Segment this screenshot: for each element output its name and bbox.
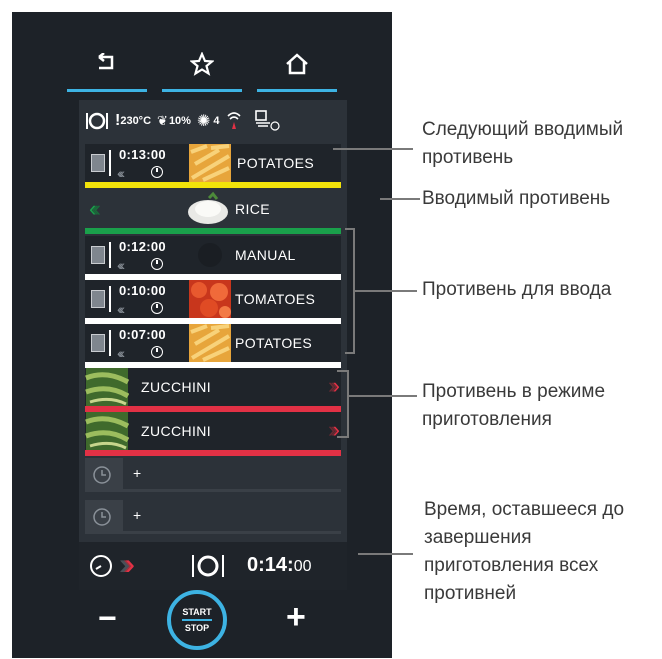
empty-slot-2[interactable]: + — [85, 500, 341, 534]
wifi-icon — [226, 112, 241, 129]
tray-row-5[interactable]: 0:07:00 ‹‹‹ POTATOES — [85, 324, 341, 368]
humidity-icon: ❦ — [157, 113, 168, 128]
manual-placeholder-icon — [198, 243, 222, 267]
tray-screen: ! 230°C ❦ 10% ✺ 4 0:13:00 ‹‹‹ POTATOES ‹… — [79, 100, 347, 590]
tray-time: 0:10:00 — [119, 283, 166, 298]
callout-loading: Вводимый противень — [422, 188, 611, 209]
add-tray-icon — [85, 500, 123, 534]
callout-line-next — [333, 148, 413, 150]
clock-icon — [151, 258, 163, 270]
add-label: + — [133, 507, 142, 523]
arrows-icon: ‹‹‹ — [117, 165, 125, 181]
rice-photo — [187, 190, 229, 228]
fan-icon: ✺ — [196, 113, 211, 130]
tray-time: 0:13:00 — [119, 147, 166, 162]
tomatoes-photo — [189, 280, 231, 318]
callout-line-remaining — [358, 553, 413, 555]
cooking-arrows-icon: ››› — [328, 417, 341, 442]
tray-name: ZUCCHINI — [141, 423, 212, 439]
tray-row-4[interactable]: 0:10:00 ‹‹‹ TOMATOES — [85, 280, 341, 324]
tray-name: TOMATOES — [235, 291, 316, 307]
undo-arrow-icon — [98, 53, 114, 70]
arrows-icon: ‹‹‹ — [117, 301, 125, 317]
zucchini-photo — [85, 412, 129, 450]
start-label: START — [182, 607, 212, 617]
total-remaining-time: 0:14:00 — [247, 554, 312, 576]
clock-icon — [90, 555, 112, 577]
clock-icon — [151, 166, 163, 178]
tray-divider — [109, 242, 111, 268]
loading-arrows-icon: ‹‹‹ — [89, 196, 101, 221]
tray-name: POTATOES — [237, 155, 315, 171]
cooking-arrows-icon: ››› — [328, 373, 341, 398]
tray-row-2[interactable]: ‹‹‹ RICE — [85, 190, 341, 234]
clock-icon — [151, 302, 163, 314]
tray-icon — [91, 154, 105, 172]
star-icon — [190, 52, 214, 76]
humidity-value: 10% — [168, 115, 191, 127]
total-time-bar: ›››› 0:14:00 — [79, 542, 347, 590]
tray-ring-icon — [192, 555, 224, 577]
slot-line — [123, 531, 341, 534]
tray-row-7[interactable]: ZUCCHINI ››› — [85, 412, 341, 456]
tray-time: 0:12:00 — [119, 239, 166, 254]
home-icon — [286, 53, 308, 75]
stop-label: STOP — [184, 623, 210, 633]
tray-icon — [91, 334, 105, 352]
callout-to-load: Противень для ввода — [422, 279, 612, 300]
home-underline — [257, 89, 337, 92]
potatoes-photo — [189, 324, 231, 362]
bracket-cooking-bottom — [337, 436, 349, 438]
callout-cooking: Противень в режиме приготовления — [422, 381, 606, 430]
temperature-value: 230°C — [120, 115, 152, 127]
favorites-button[interactable] — [162, 42, 242, 94]
oven-control-panel: ! 230°C ❦ 10% ✺ 4 0:13:00 ‹‹‹ POTATOES ‹… — [12, 12, 392, 658]
tray-status-stripe — [85, 228, 341, 234]
status-bar: ! 230°C ❦ 10% ✺ 4 — [79, 100, 347, 142]
arrows-icon: ‹‹‹ — [117, 345, 125, 361]
tray-status-stripe — [85, 182, 341, 188]
callout-remaining: Время, оставшееся до завершения приготов… — [424, 499, 625, 604]
cleaning-icon — [254, 110, 280, 131]
tray-divider — [109, 286, 111, 312]
slot-line — [123, 489, 341, 492]
fan-speed-value: 4 — [213, 115, 220, 127]
tray-row-6[interactable]: ZUCCHINI ››› — [85, 368, 341, 412]
add-label: + — [133, 465, 142, 481]
tray-time: 0:07:00 — [119, 327, 166, 342]
tray-ring-icon — [86, 112, 108, 130]
minus-button[interactable]: − — [98, 600, 117, 637]
empty-slot-1[interactable]: + — [85, 458, 341, 492]
tray-name: POTATOES — [235, 335, 313, 351]
plus-button[interactable]: + — [286, 598, 306, 637]
tray-name: RICE — [235, 201, 271, 217]
tray-row-3[interactable]: 0:12:00 ‹‹‹ MANUAL — [85, 236, 341, 280]
tray-row-1[interactable]: 0:13:00 ‹‹‹ POTATOES — [85, 144, 341, 188]
bracket-cooking-side — [347, 370, 349, 438]
back-button[interactable] — [67, 42, 147, 94]
zucchini-photo — [85, 368, 129, 406]
back-underline — [67, 89, 147, 92]
tray-divider — [109, 150, 111, 176]
favorites-underline — [162, 89, 242, 92]
add-tray-icon — [85, 458, 123, 492]
progress-arrows-icon: ›››› — [119, 548, 135, 581]
tray-icon — [91, 246, 105, 264]
callout-line-cooking — [349, 395, 417, 397]
bracket-to-load-bottom — [345, 352, 355, 354]
arrows-icon: ‹‹‹ — [117, 257, 125, 273]
tray-name: ZUCCHINI — [141, 379, 212, 395]
clock-icon — [151, 346, 163, 358]
start-stop-button[interactable]: START STOP — [167, 590, 227, 650]
callout-line-loading — [380, 198, 420, 200]
start-stop-divider — [182, 619, 212, 621]
home-button[interactable] — [257, 42, 337, 94]
tray-name: MANUAL — [235, 247, 296, 263]
tray-icon — [91, 290, 105, 308]
callout-next: Следующий вводимый противень — [422, 119, 624, 168]
tray-divider — [109, 330, 111, 356]
potatoes-photo — [189, 144, 231, 182]
tray-status-stripe — [85, 450, 341, 456]
callout-line-to-load — [355, 290, 417, 292]
